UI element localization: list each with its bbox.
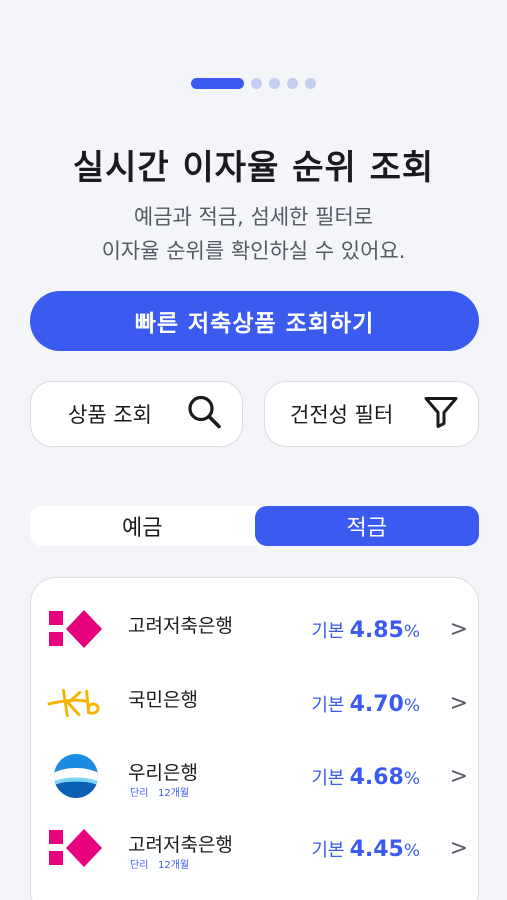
interest-rate: 기본 4.45% xyxy=(311,836,420,862)
rate-unit: % xyxy=(403,769,420,789)
rate-label: 기본 xyxy=(311,621,345,642)
kb-logo xyxy=(47,679,105,727)
product-terms: 단리 12개월 xyxy=(130,860,190,871)
page-indicator xyxy=(0,77,507,89)
rate-label: 기본 xyxy=(311,695,345,716)
korea-savings-logo xyxy=(47,605,105,653)
rate-unit: % xyxy=(403,696,420,716)
bank-name: 국민은행 xyxy=(128,689,198,711)
tab-installment-savings[interactable]: 적금 xyxy=(254,506,479,546)
bank-name: 고려저축은행 xyxy=(128,615,233,637)
interest-rate: 기본 4.68% xyxy=(311,764,420,790)
soundness-filter-button[interactable]: 건전성 필터 xyxy=(264,381,479,447)
rate-unit: % xyxy=(403,622,420,642)
product-terms xyxy=(130,711,140,722)
product-terms xyxy=(130,637,140,648)
page-dot[interactable] xyxy=(269,77,280,89)
rate-value: 4.85 xyxy=(349,618,404,643)
interest-rate: 기본 4.70% xyxy=(311,691,420,717)
chevron-right-icon: > xyxy=(449,617,468,642)
interest-rate: 기본 4.85% xyxy=(311,617,420,643)
page-subtitle: 예금과 적금, 섬세한 필터로 이자율 순위를 확인하실 수 있어요. xyxy=(0,200,507,268)
list-item[interactable]: 고려저축은행 단리 12개월 기본 4.45% > xyxy=(31,812,480,884)
list-item[interactable]: 우리은행 단리 12개월 기본 4.68% > xyxy=(31,740,480,812)
bank-name: 고려저축은행 xyxy=(128,834,233,856)
chevron-right-icon: > xyxy=(449,764,468,789)
chevron-right-icon: > xyxy=(449,691,468,716)
search-icon xyxy=(184,392,224,437)
rate-value: 4.68 xyxy=(349,765,404,790)
filter-icon xyxy=(422,393,460,436)
rate-unit: % xyxy=(403,841,420,861)
page-dot[interactable] xyxy=(287,77,298,89)
list-item[interactable]: 국민은행 기본 4.70% > xyxy=(31,667,480,739)
subtitle-line-2: 이자율 순위를 확인하실 수 있어요. xyxy=(101,239,406,263)
quick-savings-search-button[interactable]: 빠른 저축상품 조회하기 xyxy=(30,291,479,351)
soundness-filter-label: 건전성 필터 xyxy=(290,403,394,427)
page-dot[interactable] xyxy=(305,77,316,89)
korea-savings-logo xyxy=(47,824,105,872)
list-item[interactable]: 고려저축은행 기본 4.85% > xyxy=(31,593,480,665)
product-type-segmented-control: 예금 적금 xyxy=(30,506,479,546)
chevron-right-icon: > xyxy=(449,836,468,861)
product-search-label: 상품 조회 xyxy=(68,403,152,427)
product-terms: 단리 12개월 xyxy=(130,788,190,799)
subtitle-line-1: 예금과 적금, 섬세한 필터로 xyxy=(133,205,374,229)
woori-logo xyxy=(47,752,105,800)
tab-deposit[interactable]: 예금 xyxy=(30,506,255,546)
rate-value: 4.70 xyxy=(349,692,404,717)
page-title: 실시간 이자율 순위 조회 xyxy=(72,148,435,188)
bank-name: 우리은행 xyxy=(128,762,198,784)
rate-label: 기본 xyxy=(311,768,345,789)
product-search-button[interactable]: 상품 조회 xyxy=(30,381,243,447)
rate-label: 기본 xyxy=(311,840,345,861)
page-dot-active[interactable] xyxy=(191,77,244,89)
page-dot[interactable] xyxy=(251,77,262,89)
rate-value: 4.45 xyxy=(349,837,404,862)
rate-ranking-list: 고려저축은행 기본 4.85% > 국민은행 기본 4.70% > 우리은행 단… xyxy=(30,577,479,900)
